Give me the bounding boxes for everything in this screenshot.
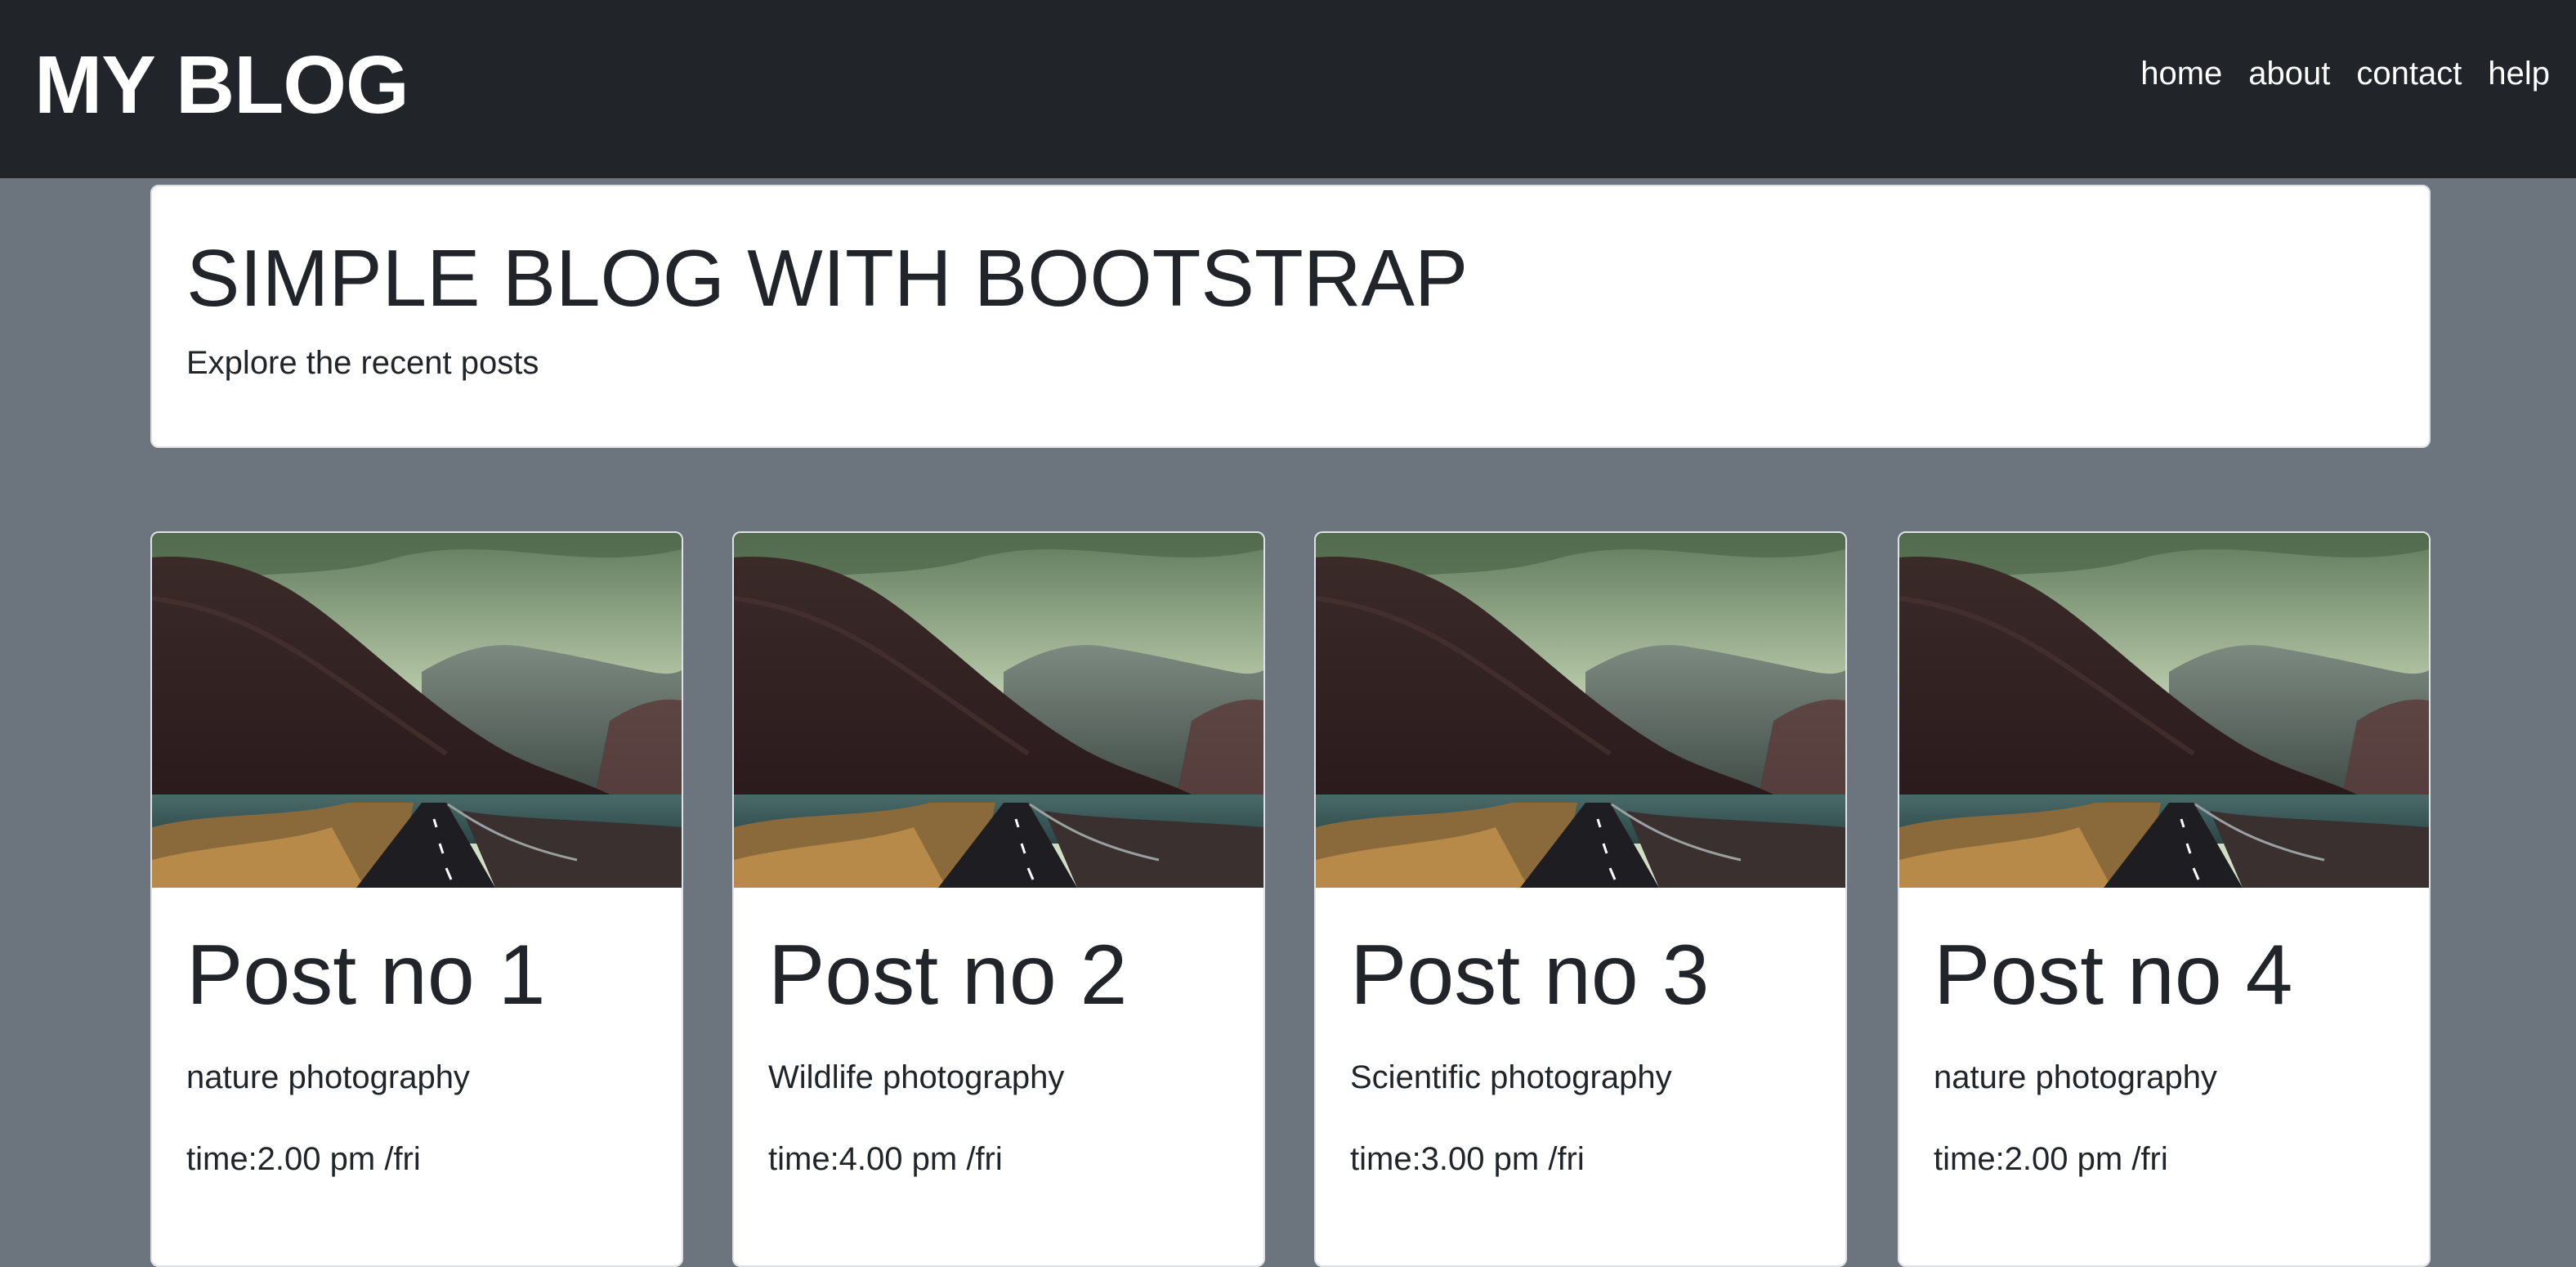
post-category: nature photography <box>1934 1059 2217 1095</box>
post-time: time:2.00 pm /fri <box>1934 1141 2168 1177</box>
post-card-4[interactable]: Post no 4 nature photography time:2.00 p… <box>1898 531 2431 1267</box>
post-title: Post no 4 <box>1934 928 2293 1023</box>
navbar: MY BLOG home about contact help <box>0 0 2576 178</box>
nav-link-contact[interactable]: contact <box>2356 49 2462 98</box>
post-time: time:2.00 pm /fri <box>186 1141 421 1177</box>
post-card-2[interactable]: Post no 2 Wildlife photography time:4.00… <box>732 531 1265 1267</box>
post-title: Post no 1 <box>186 928 546 1023</box>
nav-link-home[interactable]: home <box>2140 49 2222 98</box>
page-lead: Explore the recent posts <box>186 345 539 381</box>
mountain-road-photo-icon <box>152 533 682 888</box>
brand-logo[interactable]: MY BLOG <box>34 36 409 134</box>
post-category: Scientific photography <box>1350 1059 1672 1095</box>
post-category: Wildlife photography <box>768 1059 1065 1095</box>
post-card-3[interactable]: Post no 3 Scientific photography time:3.… <box>1314 531 1847 1267</box>
jumbotron: SIMPLE BLOG WITH BOOTSTRAP Explore the r… <box>150 185 2431 448</box>
mountain-road-photo-icon <box>1316 533 1845 888</box>
mountain-road-photo-icon <box>1899 533 2429 888</box>
post-time: time:4.00 pm /fri <box>768 1141 1003 1177</box>
nav-link-about[interactable]: about <box>2248 49 2330 98</box>
post-title: Post no 3 <box>1350 928 1710 1023</box>
post-title: Post no 2 <box>768 928 1128 1023</box>
page-title: SIMPLE BLOG WITH BOOTSTRAP <box>186 233 1469 323</box>
nav-links: home about contact help <box>2140 49 2550 98</box>
post-time: time:3.00 pm /fri <box>1350 1141 1585 1177</box>
nav-link-help[interactable]: help <box>2488 49 2550 98</box>
mountain-road-photo-icon <box>734 533 1263 888</box>
post-category: nature photography <box>186 1059 470 1095</box>
post-card-1[interactable]: Post no 1 nature photography time:2.00 p… <box>150 531 683 1267</box>
